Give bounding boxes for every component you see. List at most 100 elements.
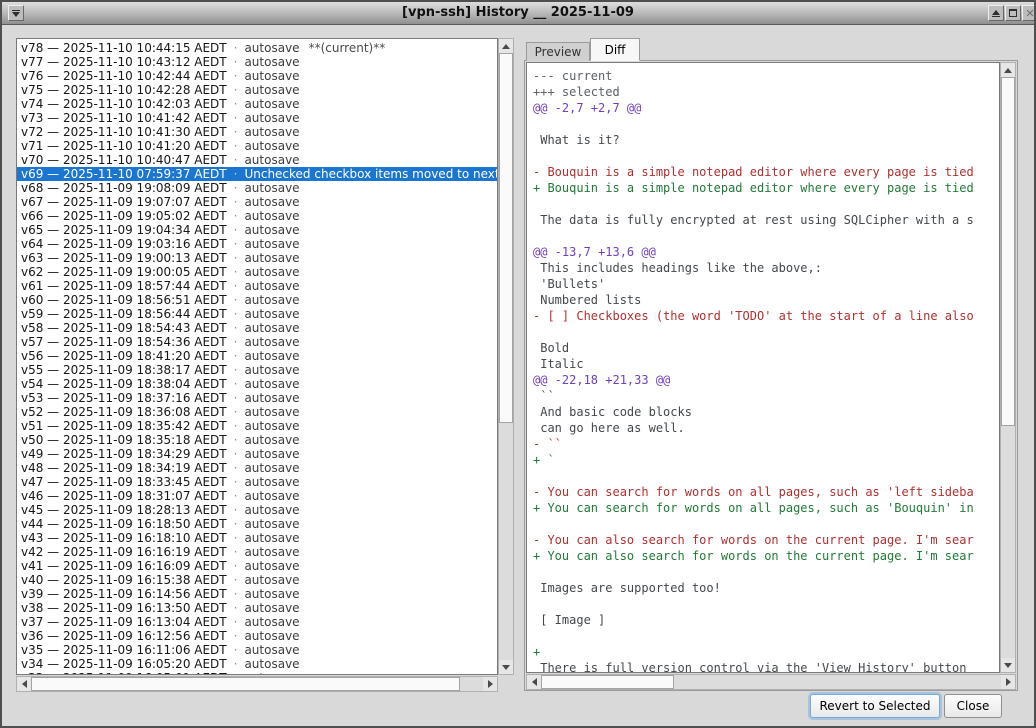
history-row-label: v75 — 2025-11-10 10:42:28 AEDT: [21, 83, 227, 97]
arrow-left-icon: [22, 680, 27, 688]
history-row-v34[interactable]: v34 — 2025-11-09 16:05:20 AEDT·autosave: [17, 657, 497, 671]
diff-scroll-up-arrow[interactable]: [1001, 63, 1015, 77]
history-scroll-right-arrow[interactable]: [483, 677, 497, 691]
history-row-v50[interactable]: v50 — 2025-11-09 18:35:18 AEDT·autosave: [17, 433, 497, 447]
diff-vscroll-track[interactable]: [1001, 77, 1015, 658]
diff-text[interactable]: --- current+++ selected@@ -2,7 +2,7 @@ W…: [526, 62, 1000, 673]
history-row-note: autosave: [244, 489, 299, 503]
history-row-v70[interactable]: v70 — 2025-11-10 10:40:47 AEDT·autosave: [17, 153, 497, 167]
history-row-v39[interactable]: v39 — 2025-11-09 16:14:56 AEDT·autosave: [17, 587, 497, 601]
history-row-separator: ·: [234, 447, 238, 461]
history-scroll-left-arrow[interactable]: [17, 677, 31, 691]
history-vscroll-track[interactable]: [499, 53, 513, 660]
history-row-separator: ·: [234, 531, 238, 545]
history-hscroll-thumb[interactable]: [31, 677, 460, 691]
history-row-note: autosave: [244, 517, 299, 531]
history-row-v71[interactable]: v71 — 2025-11-10 10:41:20 AEDT·autosave: [17, 139, 497, 153]
history-vertical-scrollbar[interactable]: [498, 38, 514, 675]
diff-hscroll-thumb[interactable]: [541, 675, 674, 689]
close-dialog-button[interactable]: Close: [944, 694, 1002, 718]
diff-scroll-down-arrow[interactable]: [1001, 658, 1015, 672]
diff-scroll-right-arrow[interactable]: [1001, 675, 1015, 689]
history-row-v42[interactable]: v42 — 2025-11-09 16:16:19 AEDT·autosave: [17, 545, 497, 559]
history-row-v63[interactable]: v63 — 2025-11-09 19:00:13 AEDT·autosave: [17, 251, 497, 265]
maximize-button[interactable]: [1005, 5, 1021, 21]
diff-horizontal-scrollbar[interactable]: [526, 674, 1016, 690]
history-row-v62[interactable]: v62 — 2025-11-09 19:00:05 AEDT·autosave: [17, 265, 497, 279]
history-list[interactable]: v78 — 2025-11-10 10:44:15 AEDT·autosave*…: [16, 38, 498, 675]
history-row-label: v60 — 2025-11-09 18:56:51 AEDT: [21, 293, 227, 307]
history-row-v67[interactable]: v67 — 2025-11-09 19:07:07 AEDT·autosave: [17, 195, 497, 209]
history-row-separator: ·: [234, 363, 238, 377]
history-row-v49[interactable]: v49 — 2025-11-09 18:34:29 AEDT·autosave: [17, 447, 497, 461]
history-row-separator: ·: [234, 195, 238, 209]
diff-vertical-scrollbar[interactable]: [1000, 62, 1016, 673]
history-row-v78[interactable]: v78 — 2025-11-10 10:44:15 AEDT·autosave*…: [17, 41, 497, 55]
history-row-separator: ·: [234, 111, 238, 125]
diff-scroll-left-arrow[interactable]: [527, 675, 541, 689]
history-row-v60[interactable]: v60 — 2025-11-09 18:56:51 AEDT·autosave: [17, 293, 497, 307]
history-row-label: v37 — 2025-11-09 16:13:04 AEDT: [21, 615, 227, 629]
history-row-v61[interactable]: v61 — 2025-11-09 18:57:44 AEDT·autosave: [17, 279, 497, 293]
history-row-v65[interactable]: v65 — 2025-11-09 19:04:34 AEDT·autosave: [17, 223, 497, 237]
history-scroll-up-arrow[interactable]: [499, 39, 513, 53]
history-row-v48[interactable]: v48 — 2025-11-09 18:34:19 AEDT·autosave: [17, 461, 497, 475]
close-icon: ✕: [1025, 8, 1034, 19]
history-hscroll-track[interactable]: [31, 677, 483, 691]
history-row-separator: ·: [234, 545, 238, 559]
history-row-label: v72 — 2025-11-10 10:41:30 AEDT: [21, 125, 227, 139]
history-row-v54[interactable]: v54 — 2025-11-09 18:38:04 AEDT·autosave: [17, 377, 497, 391]
history-row-v75[interactable]: v75 — 2025-11-10 10:42:28 AEDT·autosave: [17, 83, 497, 97]
shade-button[interactable]: [988, 5, 1004, 21]
revert-to-selected-button[interactable]: Revert to Selected: [810, 694, 940, 718]
history-row-v41[interactable]: v41 — 2025-11-09 16:16:09 AEDT·autosave: [17, 559, 497, 573]
history-row-v53[interactable]: v53 — 2025-11-09 18:37:16 AEDT·autosave: [17, 391, 497, 405]
history-row-v58[interactable]: v58 — 2025-11-09 18:54:43 AEDT·autosave: [17, 321, 497, 335]
history-row-v66[interactable]: v66 — 2025-11-09 19:05:02 AEDT·autosave: [17, 209, 497, 223]
history-row-separator: ·: [234, 433, 238, 447]
history-row-v77[interactable]: v77 — 2025-11-10 10:43:12 AEDT·autosave: [17, 55, 497, 69]
history-row-v73[interactable]: v73 — 2025-11-10 10:41:42 AEDT·autosave: [17, 111, 497, 125]
history-row-v72[interactable]: v72 — 2025-11-10 10:41:30 AEDT·autosave: [17, 125, 497, 139]
history-row-label: v48 — 2025-11-09 18:34:19 AEDT: [21, 461, 227, 475]
history-row-v74[interactable]: v74 — 2025-11-10 10:42:03 AEDT·autosave: [17, 97, 497, 111]
history-row-v76[interactable]: v76 — 2025-11-10 10:42:44 AEDT·autosave: [17, 69, 497, 83]
history-vscroll-thumb[interactable]: [499, 53, 513, 423]
tab-diff[interactable]: Diff: [590, 38, 640, 61]
history-row-v55[interactable]: v55 — 2025-11-09 18:38:17 AEDT·autosave: [17, 363, 497, 377]
history-row-v35[interactable]: v35 — 2025-11-09 16:11:06 AEDT·autosave: [17, 643, 497, 657]
history-row-note: autosave: [244, 447, 299, 461]
history-row-v56[interactable]: v56 — 2025-11-09 18:41:20 AEDT·autosave: [17, 349, 497, 363]
diff-line-blank: [533, 116, 999, 132]
history-row-v64[interactable]: v64 — 2025-11-09 19:03:16 AEDT·autosave: [17, 237, 497, 251]
history-row-v47[interactable]: v47 — 2025-11-09 18:33:45 AEDT·autosave: [17, 475, 497, 489]
history-row-v52[interactable]: v52 — 2025-11-09 18:36:08 AEDT·autosave: [17, 405, 497, 419]
diff-hscroll-track[interactable]: [541, 675, 1001, 689]
history-row-label: v36 — 2025-11-09 16:12:56 AEDT: [21, 629, 227, 643]
history-row-v44[interactable]: v44 — 2025-11-09 16:18:50 AEDT·autosave: [17, 517, 497, 531]
history-row-v68[interactable]: v68 — 2025-11-09 19:08:09 AEDT·autosave: [17, 181, 497, 195]
history-row-v59[interactable]: v59 — 2025-11-09 18:56:44 AEDT·autosave: [17, 307, 497, 321]
history-row-v69[interactable]: v69 — 2025-11-10 07:59:37 AEDT·Unchecked…: [17, 167, 497, 181]
history-row-v51[interactable]: v51 — 2025-11-09 18:35:42 AEDT·autosave: [17, 419, 497, 433]
history-row-v57[interactable]: v57 — 2025-11-09 18:54:36 AEDT·autosave: [17, 335, 497, 349]
history-row-v40[interactable]: v40 — 2025-11-09 16:15:38 AEDT·autosave: [17, 573, 497, 587]
titlebar[interactable]: [vpn-ssh] History __ 2025-11-09 ✕: [2, 2, 1034, 25]
history-row-note: autosave: [244, 671, 299, 675]
history-row-separator: ·: [234, 97, 238, 111]
history-row-v43[interactable]: v43 — 2025-11-09 16:18:10 AEDT·autosave: [17, 531, 497, 545]
diff-line-hunk: @@ -13,7 +13,6 @@: [533, 244, 999, 260]
history-row-separator: ·: [234, 293, 238, 307]
history-row-v33[interactable]: v33 — 2025-11-09 16:05:01 AEDT·autosave: [17, 671, 497, 675]
diff-vscroll-thumb[interactable]: [1001, 77, 1015, 426]
history-row-v36[interactable]: v36 — 2025-11-09 16:12:56 AEDT·autosave: [17, 629, 497, 643]
history-row-note: autosave: [244, 363, 299, 377]
history-row-v46[interactable]: v46 — 2025-11-09 18:31:07 AEDT·autosave: [17, 489, 497, 503]
close-window-button[interactable]: ✕: [1022, 5, 1036, 21]
history-horizontal-scrollbar[interactable]: [16, 676, 498, 692]
history-scroll-down-arrow[interactable]: [499, 660, 513, 674]
history-row-v45[interactable]: v45 — 2025-11-09 18:28:13 AEDT·autosave: [17, 503, 497, 517]
tab-preview[interactable]: Preview: [526, 42, 590, 61]
history-row-v37[interactable]: v37 — 2025-11-09 16:13:04 AEDT·autosave: [17, 615, 497, 629]
history-row-v38[interactable]: v38 — 2025-11-09 16:13:50 AEDT·autosave: [17, 601, 497, 615]
